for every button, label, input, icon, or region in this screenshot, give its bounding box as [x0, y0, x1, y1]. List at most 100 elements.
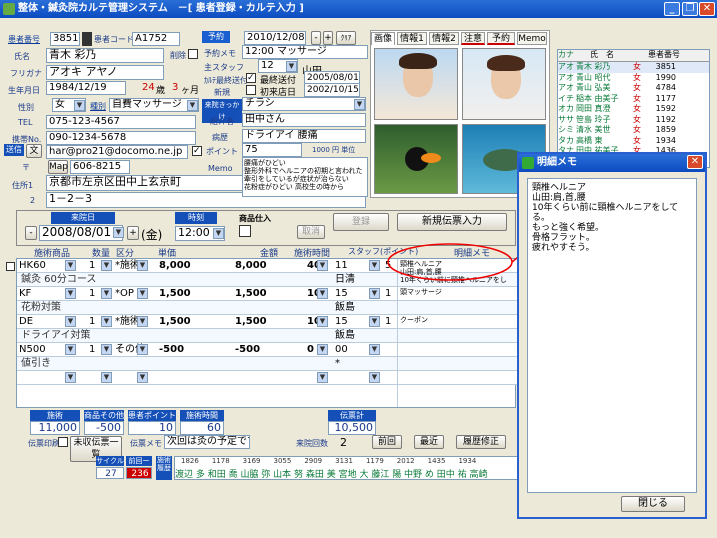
grid-kind-dropdown-icon[interactable]: ▼	[137, 316, 148, 327]
grid-staff[interactable]: 00	[335, 343, 348, 356]
popup-close-button[interactable]: 閉じる	[621, 496, 685, 512]
grid-kind-dropdown-icon[interactable]: ▼	[137, 288, 148, 299]
grid-amount[interactable]: 8,000	[235, 259, 267, 272]
prev-visit-button[interactable]: 前回	[372, 435, 402, 449]
email-field[interactable]: har@pro21@docomo.ne.jp	[46, 145, 188, 159]
appointment-memo-field[interactable]: 12:00 マッサージ	[242, 45, 368, 59]
patient-list-row[interactable]: シミ 清水 美世 女 1859	[558, 125, 709, 136]
visit-date-field[interactable]: 2008/08/01	[39, 225, 123, 241]
visit-next-day-button[interactable]: +	[127, 226, 139, 240]
grid-staff-dropdown-icon[interactable]: ▼	[369, 316, 380, 327]
popup-memo-text[interactable]: 頸椎ヘルニア 山田:肩,首,腰 10年くらい前に頸椎ヘルニアをしてる。 もっと強…	[527, 178, 697, 493]
patient-list-row[interactable]: アオ 青山 弘美 女 4784	[558, 83, 709, 94]
new-slip-button[interactable]: 新規伝票入力	[397, 213, 507, 231]
grid-amount[interactable]: 1,500	[235, 315, 267, 328]
minimize-button[interactable]: _	[664, 2, 680, 16]
sex-dropdown-icon[interactable]: ▼	[74, 100, 85, 111]
grid-time[interactable]: 0	[307, 343, 314, 356]
tel-field[interactable]: 075-123-4567	[46, 115, 196, 129]
patient-list-row[interactable]: タカ 高橋 東 女 1934	[558, 136, 709, 147]
grid-points[interactable]: 1	[385, 315, 391, 328]
slip-memo-field[interactable]: 次回は灸の予定です。	[164, 435, 250, 449]
tab-memo[interactable]: Memo	[517, 32, 547, 45]
detail-memo-3[interactable]: クーポン	[400, 316, 428, 324]
grid-empty-dropdown-icon[interactable]: ▼	[65, 372, 76, 383]
grid-empty-dropdown-icon[interactable]: ▼	[317, 372, 328, 383]
first-checkbox[interactable]	[246, 85, 256, 95]
last-checkbox[interactable]: ✓	[246, 73, 256, 83]
name-field[interactable]: 青木 彩乃	[46, 48, 164, 63]
close-button[interactable]: ✕	[699, 2, 715, 16]
grid-qty-dropdown-icon[interactable]: ▼	[101, 260, 112, 271]
grid-staff[interactable]: 15	[335, 315, 348, 328]
history-edit-button[interactable]: 履歴修正	[456, 435, 506, 449]
grid-empty-dropdown-icon[interactable]: ▼	[101, 372, 112, 383]
print-checkbox[interactable]	[58, 437, 68, 447]
clear-button[interactable]: ｸﾘｱ	[336, 31, 356, 45]
tab-caution[interactable]: 注意	[461, 32, 485, 45]
grid-qty[interactable]: 1	[89, 315, 95, 328]
grid-staff-dropdown-icon[interactable]: ▼	[369, 260, 380, 271]
patient-list-row[interactable]: イチ 稲本 由美子 女 1177	[558, 94, 709, 105]
grid-staff[interactable]: 15	[335, 287, 348, 300]
grid-staff-dropdown-icon[interactable]: ▼	[369, 288, 380, 299]
mobile-field[interactable]: 090-1234-5678	[46, 131, 196, 145]
patient-list-row[interactable]: オカ 岡田 真澄 女 1592	[558, 104, 709, 115]
grid-time-dropdown-icon[interactable]: ▼	[317, 344, 328, 355]
patient-code-field[interactable]: A1752	[132, 32, 180, 46]
grid-empty-dropdown-icon[interactable]: ▼	[137, 372, 148, 383]
grid-qty[interactable]: 1	[89, 259, 95, 272]
map-button[interactable]: Map	[48, 160, 68, 174]
tab-images[interactable]: 画像	[371, 32, 395, 45]
cond-field[interactable]: ドライアイ 腰痛	[242, 129, 366, 143]
grid-time-dropdown-icon[interactable]: ▼	[317, 316, 328, 327]
grid-staff[interactable]: 11	[335, 259, 348, 272]
dob-field[interactable]: 1984/12/19	[46, 81, 126, 95]
appointment-date-field[interactable]: 2010/12/08	[244, 31, 306, 45]
patient-list-row[interactable]: ササ 笹島 玲子 女 1192	[558, 115, 709, 126]
grid-qty[interactable]: 1	[89, 343, 95, 356]
visit-prev-day-button[interactable]: -	[25, 226, 37, 240]
patient-list-row[interactable]: アオ 青木 彩乃 女 3851	[558, 62, 709, 73]
zip-field[interactable]: 606-8215	[70, 160, 130, 174]
grid-price[interactable]: 1,500	[159, 287, 191, 300]
patient-id-field[interactable]: 3851	[50, 32, 80, 46]
visit-time-dropdown-icon[interactable]: ▼	[213, 228, 224, 239]
grid-time-dropdown-icon[interactable]: ▼	[317, 288, 328, 299]
grid-empty-dropdown-icon[interactable]: ▼	[369, 372, 380, 383]
visit-date-dropdown-icon[interactable]: ▼	[113, 227, 124, 238]
grid-kind-dropdown-icon[interactable]: ▼	[137, 260, 148, 271]
source-dropdown-icon[interactable]: ▼	[354, 99, 365, 110]
grid-staff-dropdown-icon[interactable]: ▼	[369, 344, 380, 355]
tab-info1[interactable]: 情報1	[397, 32, 427, 45]
grid-time-dropdown-icon[interactable]: ▼	[317, 260, 328, 271]
maximize-button[interactable]: ❐	[682, 2, 698, 16]
kana-field[interactable]: アオキ アヤノ	[46, 65, 164, 80]
tab-info2[interactable]: 情報2	[429, 32, 459, 45]
date-minus-button[interactable]: -	[311, 31, 321, 45]
grid-qty-dropdown-icon[interactable]: ▼	[101, 288, 112, 299]
grid-item-code[interactable]: DE	[19, 315, 33, 328]
grid-amount[interactable]: 1,500	[235, 287, 267, 300]
patient-photo-2[interactable]	[462, 48, 546, 120]
type-dropdown-icon[interactable]: ▼	[187, 100, 198, 111]
appointment-button[interactable]: 予約	[202, 31, 230, 43]
patient-code-icon[interactable]	[82, 32, 92, 46]
send-mail-button[interactable]: 送信	[4, 144, 24, 156]
email-checkbox[interactable]: ✓	[192, 146, 202, 156]
grid-price[interactable]: 8,000	[159, 259, 191, 272]
memo2-field[interactable]: 腰痛がひどい 整形外科でヘルニアの初期と言われた 牽引をしているが症状が治らない…	[242, 157, 368, 197]
staff-dropdown-icon[interactable]: ▼	[286, 61, 297, 72]
grid-price[interactable]: 1,500	[159, 315, 191, 328]
grid-row-checkbox[interactable]	[6, 262, 15, 271]
grid-item-code[interactable]: N500	[19, 343, 46, 356]
point-field[interactable]: 75	[242, 143, 302, 157]
grid-amount[interactable]: -500	[235, 343, 260, 356]
grid-qty-dropdown-icon[interactable]: ▼	[101, 344, 112, 355]
patient-photo-1[interactable]	[374, 48, 458, 120]
popup-close-x-button[interactable]: ✕	[687, 155, 703, 169]
grid-qty-dropdown-icon[interactable]: ▼	[101, 316, 112, 327]
stock-icon[interactable]	[239, 225, 251, 237]
cancel-button[interactable]: 取消	[297, 225, 325, 239]
grid-item-code[interactable]: KF	[19, 287, 31, 300]
